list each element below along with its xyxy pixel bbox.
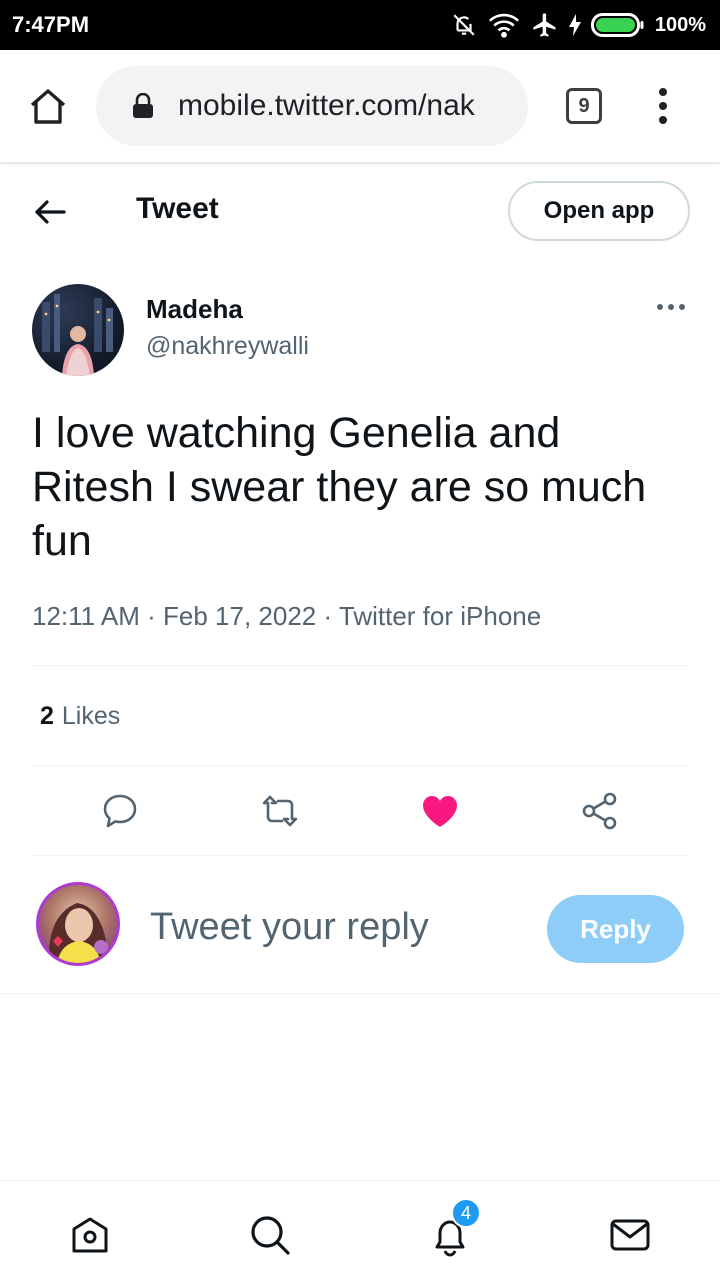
reply-button[interactable]: Reply (547, 895, 684, 963)
charging-icon (568, 14, 581, 36)
search-icon[interactable] (248, 1213, 292, 1257)
author-avatar[interactable] (32, 284, 124, 376)
battery-icon (590, 12, 645, 38)
notifications-off-icon (453, 14, 475, 36)
back-arrow-icon[interactable] (32, 194, 68, 230)
reply-icon[interactable] (100, 791, 140, 831)
divider (32, 765, 688, 766)
address-bar[interactable]: mobile.twitter.com/nak (96, 66, 528, 146)
reply-input[interactable]: Tweet your reply (150, 906, 429, 949)
status-time: 7:47PM (12, 12, 90, 37)
tweet-text: I love watching Genelia and Ritesh I swe… (32, 409, 647, 565)
page-title: Tweet (136, 192, 219, 225)
divider (0, 993, 720, 994)
bottom-navigation (0, 1180, 720, 1280)
battery-percent: 100% (654, 13, 706, 36)
messages-icon[interactable] (608, 1213, 652, 1257)
likes-label: Likes (61, 702, 121, 730)
browser-home-icon[interactable] (28, 86, 68, 126)
open-app-button[interactable]: Open app (508, 181, 690, 241)
url-text: mobile.twitter.com/nak (178, 89, 475, 122)
retweet-icon[interactable] (260, 791, 300, 831)
author-name[interactable]: Madeha (146, 294, 243, 325)
user-avatar[interactable] (36, 882, 120, 966)
browser-menu-icon[interactable] (652, 86, 674, 126)
tweet-page-header: Tweet Open app (0, 162, 720, 262)
lock-icon (133, 93, 153, 118)
tweet-timestamp[interactable]: 12:11 AM · Feb 17, 2022 · Twitter for iP… (32, 601, 541, 632)
status-icons: 100% (451, 11, 706, 39)
browser-toolbar: mobile.twitter.com/nak 9 (0, 50, 720, 162)
status-bar: 7:47PM 100% (0, 0, 720, 50)
more-options-icon[interactable] (656, 300, 686, 314)
likes-count: 2 (40, 702, 54, 730)
notification-badge: 4 (451, 1198, 481, 1228)
airplane-mode-icon (533, 13, 556, 37)
tab-switcher-button[interactable]: 9 (566, 88, 602, 124)
author-handle[interactable]: @nakhreywalli (146, 332, 309, 361)
divider (32, 855, 688, 856)
home-icon[interactable] (68, 1213, 112, 1257)
like-icon[interactable] (420, 791, 460, 831)
share-icon[interactable] (580, 791, 620, 831)
likes-summary[interactable]: 2 Likes (40, 702, 120, 731)
wifi-icon (488, 13, 519, 38)
divider (32, 665, 688, 666)
